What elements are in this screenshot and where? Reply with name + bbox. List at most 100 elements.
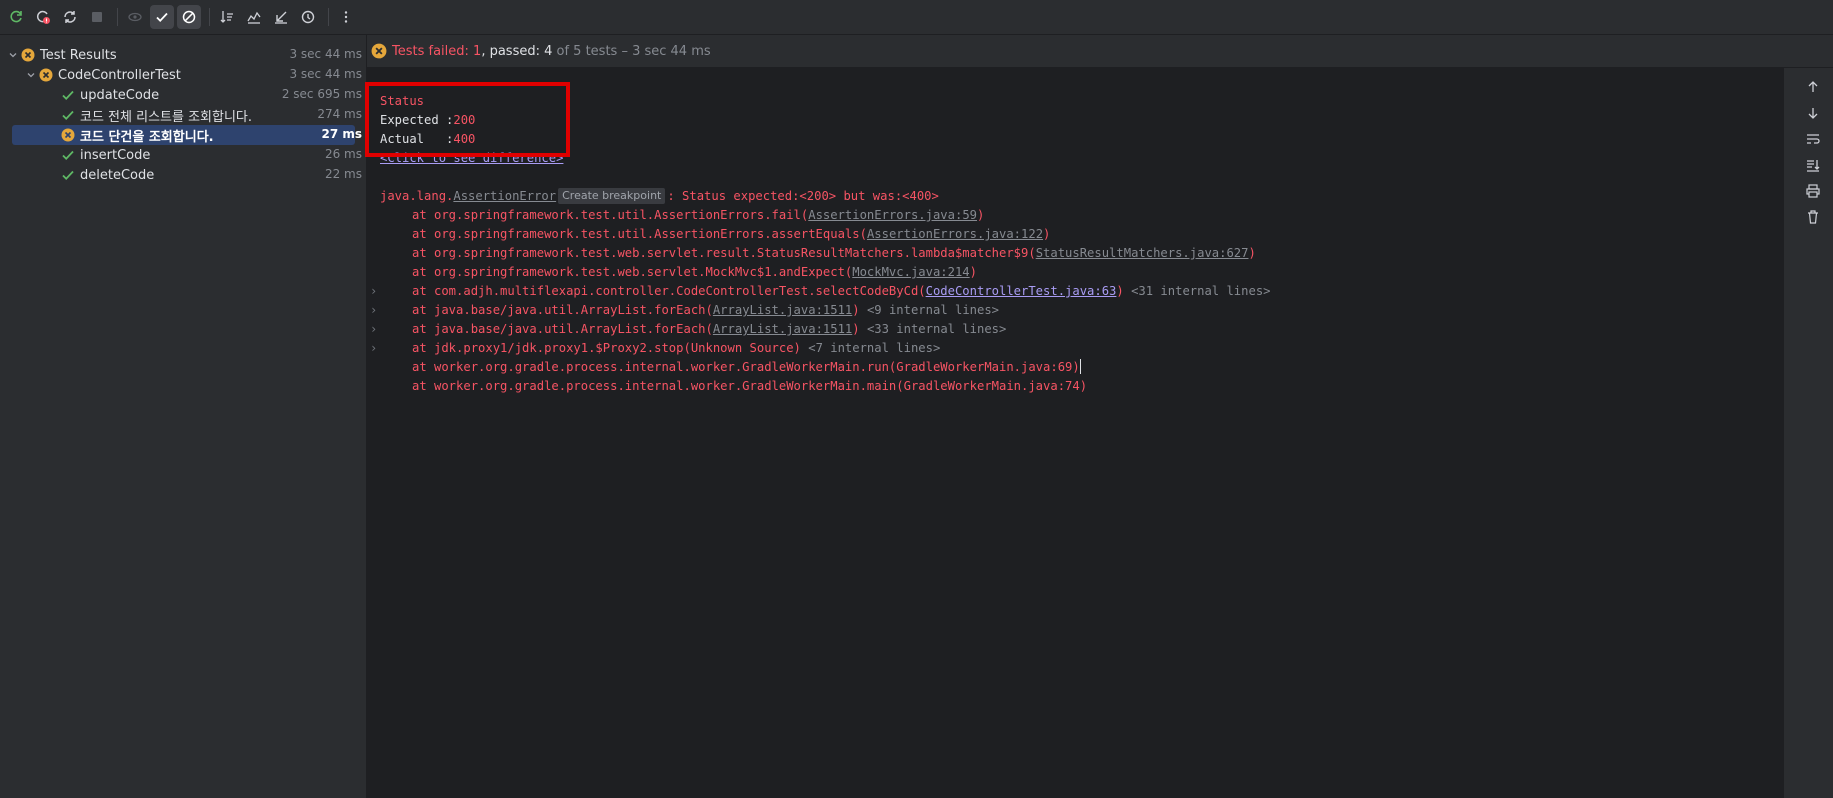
stack-frame-text: at org.springframework.test.web.servlet.… (412, 265, 853, 279)
internal-lines-fold[interactable]: <7 internal lines> (801, 341, 940, 355)
tests-total-duration: of 5 tests – 3 sec 44 ms (552, 43, 711, 59)
more-options-icon (344, 11, 348, 23)
internal-lines-fold[interactable]: <33 internal lines> (860, 322, 1006, 336)
sort-alphabetically-button[interactable] (215, 5, 239, 29)
rerun-button[interactable] (4, 5, 28, 29)
toggle-auto-test-button[interactable] (58, 5, 82, 29)
stack-frame-source-link[interactable]: CodeControllerTest.java:63 (926, 284, 1117, 298)
more-options-button[interactable] (334, 5, 358, 29)
toolbar-separator (328, 8, 329, 26)
internal-lines-fold[interactable]: <9 internal lines> (860, 303, 999, 317)
show-ignored-button[interactable] (123, 5, 147, 29)
highlight-annotation-box (365, 82, 570, 157)
import-tests-button[interactable] (269, 5, 293, 29)
expand-fold-icon[interactable]: › (370, 319, 377, 339)
stack-frame-suffix: ) (969, 265, 977, 279)
stack-frame-source-link[interactable]: MockMvc.java:214 (852, 265, 969, 279)
stack-frame-text: at jdk.proxy1/jdk.proxy1.$Proxy2.stop(Un… (412, 341, 801, 355)
stack-frame: at java.base/java.util.ArrayList.forEach… (412, 319, 1006, 339)
chevron-down-icon[interactable] (24, 68, 38, 82)
rerun-failed-button[interactable] (31, 5, 55, 29)
stack-frame-text: at java.base/java.util.ArrayList.forEach… (412, 322, 713, 336)
tree-test-time: 22 ms (324, 167, 362, 181)
test-output-console[interactable]: Status Expected :200 Actual :400 <Click … (367, 68, 1784, 798)
tree-test-item[interactable]: deleteCode 22 ms (0, 165, 367, 185)
expand-fold-icon[interactable]: › (370, 338, 377, 358)
stack-frame-source-link[interactable]: AssertionErrors.java:122 (867, 227, 1043, 241)
stack-frame: at worker.org.gradle.process.internal.wo… (412, 357, 1081, 377)
tree-suite-label: CodeControllerTest (58, 67, 181, 83)
failed-status-icon (60, 127, 76, 143)
passed-check-icon (60, 147, 76, 163)
stack-frame-suffix: ) (852, 303, 860, 317)
clear-all-icon[interactable] (1805, 209, 1821, 225)
stack-frame: at org.springframework.test.web.servlet.… (412, 243, 1256, 263)
tree-suite-time: 3 sec 44 ms (289, 67, 362, 81)
expand-fold-icon[interactable]: › (370, 300, 377, 320)
arrow-up-icon[interactable] (1805, 79, 1821, 95)
toggle-auto-test-icon (64, 11, 76, 23)
tree-test-label: 코드 전체 리스트를 조회합니다. (80, 109, 253, 125)
rerun-icon (10, 10, 22, 23)
stack-frame-source-link[interactable]: ArrayList.java:1511 (713, 322, 852, 336)
scroll-to-end-icon[interactable] (1805, 157, 1821, 173)
test-runner-toolbar (0, 0, 1833, 35)
tree-suite-code-controller-test[interactable]: CodeControllerTest 3 sec 44 ms (0, 65, 367, 85)
show-ignored-toggle-icon (182, 10, 196, 24)
stack-frame-source-link[interactable]: StatusResultMatchers.java:627 (1036, 246, 1249, 260)
exception-message: : Status expected:<200> but was:<400> (667, 189, 939, 203)
print-icon[interactable] (1805, 183, 1821, 199)
tree-test-label: updateCode (80, 87, 160, 103)
console-scrollbar[interactable] (1784, 68, 1793, 798)
soft-wrap-icon[interactable] (1805, 131, 1821, 147)
stack-frame-text: at java.base/java.util.ArrayList.forEach… (412, 303, 713, 317)
stack-frame-text: at org.springframework.test.util.Asserti… (412, 208, 809, 222)
tree-root-test-results[interactable]: Test Results 3 sec 44 ms (0, 45, 367, 65)
stack-frame-suffix: ) (1043, 227, 1051, 241)
stack-frame-suffix: ) (1248, 246, 1256, 260)
stack-frame-source-link[interactable]: ArrayList.java:1511 (713, 303, 852, 317)
stack-frame-text: at org.springframework.test.web.servlet.… (412, 246, 1036, 260)
expand-fold-icon[interactable]: › (370, 281, 377, 301)
stack-frame-text: at org.springframework.test.util.Asserti… (412, 227, 867, 241)
stop-button[interactable] (85, 5, 109, 29)
test-history-button[interactable] (296, 5, 320, 29)
tree-test-label: insertCode (80, 147, 151, 163)
create-breakpoint-tooltip[interactable]: Create breakpoint (558, 188, 666, 204)
stack-frame-source-link[interactable]: AssertionErrors.java:59 (808, 208, 977, 222)
show-passed-button[interactable] (150, 5, 174, 29)
tests-passed-count: , passed: 4 (481, 43, 553, 59)
stop-icon (92, 12, 102, 22)
passed-check-icon (60, 167, 76, 183)
internal-lines-fold[interactable]: <31 internal lines> (1124, 284, 1270, 298)
show-passed-icon (156, 12, 168, 22)
chevron-down-icon[interactable] (6, 48, 20, 62)
stack-frame-text: at com.adjh.multiflexapi.controller.Code… (412, 284, 926, 298)
failed-status-icon (20, 47, 36, 63)
test-summary-bar: Tests failed: 1 , passed: 4 of 5 tests –… (367, 35, 1833, 68)
text-caret (1079, 359, 1081, 374)
tree-test-item[interactable]: insertCode 26 ms (0, 145, 367, 165)
tree-root-label: Test Results (40, 47, 117, 63)
tests-failed-count: Tests failed: 1 (392, 43, 482, 59)
console-side-toolbar (1793, 68, 1833, 798)
failed-status-icon (38, 67, 54, 83)
passed-check-icon (60, 87, 76, 103)
tree-test-item[interactable]: updateCode 2 sec 695 ms (0, 85, 367, 105)
sort-by-duration-button[interactable] (242, 5, 266, 29)
tree-root-time: 3 sec 44 ms (289, 47, 362, 61)
arrow-down-icon[interactable] (1805, 105, 1821, 121)
tree-test-label: 코드 단건을 조회합니다. (80, 129, 214, 145)
show-ignored-toggle-button[interactable] (177, 5, 201, 29)
stack-frame-suffix: ) (852, 322, 860, 336)
exception-package: java.lang. (380, 189, 454, 203)
tree-test-time: 27 ms (321, 127, 362, 141)
stack-frame-suffix: ) (977, 208, 985, 222)
stack-frame: at org.springframework.test.util.Asserti… (412, 205, 984, 225)
stack-frame: at com.adjh.multiflexapi.controller.Code… (412, 281, 1271, 301)
tree-test-item-selected[interactable]: 코드 단건을 조회합니다. 27 ms (0, 125, 367, 145)
tree-test-item[interactable]: 코드 전체 리스트를 조회합니다. 274 ms (0, 105, 367, 125)
stack-frame: at worker.org.gradle.process.internal.wo… (412, 376, 1087, 396)
toolbar-separator (117, 8, 118, 26)
exception-class-link[interactable]: AssertionError (453, 189, 556, 203)
